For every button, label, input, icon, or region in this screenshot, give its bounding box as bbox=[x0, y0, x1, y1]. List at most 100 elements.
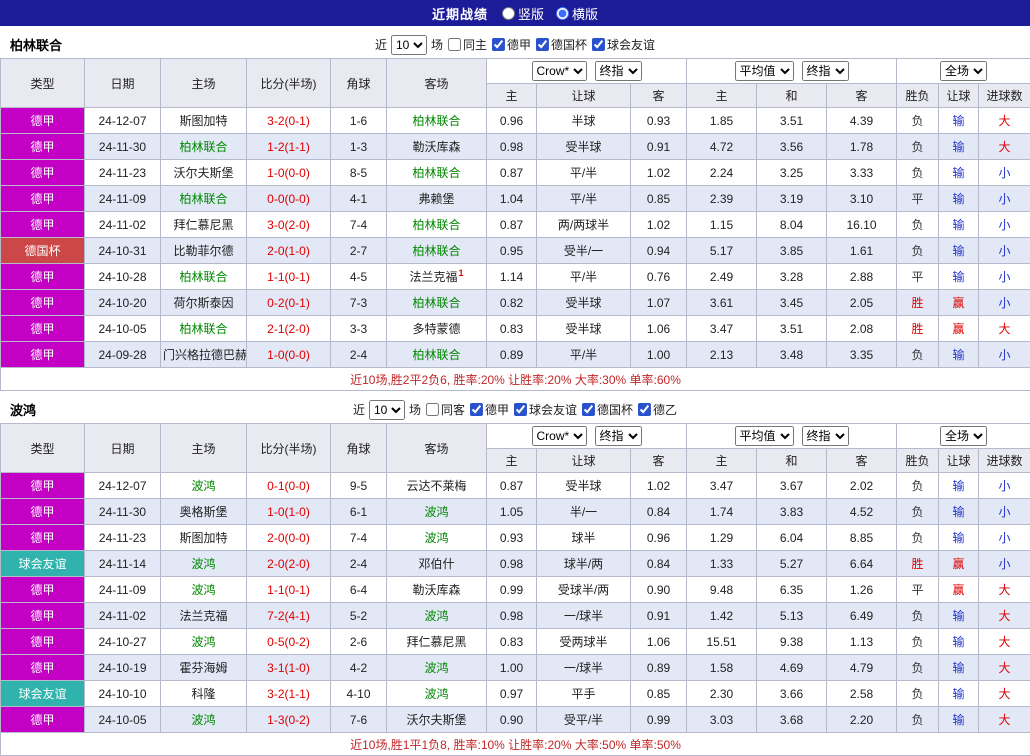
avg-draw-odds: 3.66 bbox=[757, 681, 827, 707]
filter-checkbox-input-same-home[interactable] bbox=[448, 38, 461, 51]
league-type-badge: 德国杯 bbox=[1, 238, 85, 264]
away-team: 勒沃库森 bbox=[387, 134, 487, 160]
filter-checkbox-same-away[interactable]: 同客 bbox=[425, 401, 465, 418]
scope-controls: 全场 bbox=[897, 424, 1030, 449]
avg-draw-odds: 3.51 bbox=[757, 316, 827, 342]
match-result: 负 bbox=[897, 134, 939, 160]
scope-select[interactable]: 全场 bbox=[940, 61, 987, 81]
avg-home-odds: 1.85 bbox=[687, 108, 757, 134]
handicap-result: 赢 bbox=[939, 577, 979, 603]
league-type-badge: 德甲 bbox=[1, 577, 85, 603]
team-name: 柏林联合 bbox=[10, 35, 62, 54]
home-odds: 0.99 bbox=[487, 577, 537, 603]
away-odds: 0.84 bbox=[631, 499, 687, 525]
avg-draw-odds: 3.56 bbox=[757, 134, 827, 160]
handicap-line: 平/半 bbox=[537, 160, 631, 186]
recent-count-select[interactable]: 10 bbox=[369, 400, 405, 420]
away-odds: 1.02 bbox=[631, 212, 687, 238]
home-team: 柏林联合 bbox=[161, 186, 247, 212]
match-date: 24-10-27 bbox=[85, 629, 161, 655]
avg-away-odds: 16.10 bbox=[827, 212, 897, 238]
filters: 近 10 场 同客德甲球会友谊德国杯德乙 bbox=[353, 400, 677, 420]
average-final-select[interactable]: 终指 bbox=[802, 61, 849, 81]
layout-radio-vertical[interactable]: 竖版 bbox=[502, 4, 544, 23]
goals-size: 大 bbox=[979, 108, 1030, 134]
match-score: 1-1(0-1) bbox=[247, 264, 331, 290]
filter-checkbox-label-same-home: 同主 bbox=[463, 36, 487, 53]
filter-checkbox-same-home[interactable]: 同主 bbox=[447, 36, 487, 53]
match-date: 24-11-09 bbox=[85, 577, 161, 603]
subheader-away-odds: 客 bbox=[631, 449, 687, 473]
handicap-result: 输 bbox=[939, 473, 979, 499]
handicap-line: 球半 bbox=[537, 525, 631, 551]
scope-select[interactable]: 全场 bbox=[940, 426, 987, 446]
away-odds: 1.00 bbox=[631, 342, 687, 368]
recent-count-select[interactable]: 10 bbox=[391, 35, 427, 55]
subheader-handicap-result: 让球 bbox=[939, 84, 979, 108]
away-odds: 0.84 bbox=[631, 551, 687, 577]
filter-checkbox-input-same-away[interactable] bbox=[426, 403, 439, 416]
home-team: 沃尔夫斯堡 bbox=[161, 160, 247, 186]
filter-checkbox-dfb-pokal[interactable]: 德国杯 bbox=[535, 36, 587, 53]
average-select[interactable]: 平均值 bbox=[735, 426, 794, 446]
odds-final-select[interactable]: 终指 bbox=[595, 426, 642, 446]
match-score: 1-1(0-1) bbox=[247, 577, 331, 603]
handicap-line: 平手 bbox=[537, 681, 631, 707]
avg-away-odds: 6.49 bbox=[827, 603, 897, 629]
handicap-result: 赢 bbox=[939, 551, 979, 577]
odds-final-select[interactable]: 终指 bbox=[595, 61, 642, 81]
away-odds: 0.93 bbox=[631, 108, 687, 134]
filter-checkbox-input-dfb-pokal[interactable] bbox=[536, 38, 549, 51]
filter-checkbox-input-club-friendly[interactable] bbox=[592, 38, 605, 51]
layout-switch: 竖版横版 bbox=[502, 4, 598, 23]
filter-checkbox-input-bundesliga[interactable] bbox=[492, 38, 505, 51]
layout-radio-input-horizontal[interactable] bbox=[556, 7, 569, 20]
league-type-badge: 球会友谊 bbox=[1, 551, 85, 577]
average-final-select[interactable]: 终指 bbox=[802, 426, 849, 446]
layout-radio-horizontal[interactable]: 横版 bbox=[556, 4, 598, 23]
filter-checkbox-label-dfb-pokal: 德国杯 bbox=[551, 36, 587, 53]
league-type-badge: 德甲 bbox=[1, 525, 85, 551]
filter-checkbox-bundesliga[interactable]: 德甲 bbox=[469, 401, 509, 418]
match-row: 德甲24-11-30奥格斯堡1-0(1-0)6-1波鸿1.05半/一0.841.… bbox=[1, 499, 1030, 525]
filter-row: 柏林联合 近 10 场 同主德甲德国杯球会友谊 bbox=[0, 31, 1030, 58]
filter-checkbox-club-friendly[interactable]: 球会友谊 bbox=[591, 36, 655, 53]
filter-checkbox-club-friendly[interactable]: 球会友谊 bbox=[513, 401, 577, 418]
away-team: 波鸿 bbox=[387, 681, 487, 707]
goals-size: 小 bbox=[979, 499, 1030, 525]
away-odds: 0.85 bbox=[631, 681, 687, 707]
odds-company-select[interactable]: Crow* bbox=[532, 426, 587, 446]
home-odds: 0.93 bbox=[487, 525, 537, 551]
filter-checkbox-label-dfb-pokal: 德国杯 bbox=[597, 401, 633, 418]
filter-checkbox-bundesliga-2[interactable]: 德乙 bbox=[637, 401, 677, 418]
league-type-badge: 德甲 bbox=[1, 186, 85, 212]
home-team: 柏林联合 bbox=[161, 264, 247, 290]
filter-checkbox-bundesliga[interactable]: 德甲 bbox=[491, 36, 531, 53]
filter-checkbox-label-club-friendly: 球会友谊 bbox=[529, 401, 577, 418]
avg-away-odds: 2.02 bbox=[827, 473, 897, 499]
away-team: 柏林联合 bbox=[387, 108, 487, 134]
handicap-line: 一/球半 bbox=[537, 603, 631, 629]
league-type-badge: 德甲 bbox=[1, 473, 85, 499]
filter-checkbox-dfb-pokal[interactable]: 德国杯 bbox=[581, 401, 633, 418]
filter-checkbox-input-club-friendly[interactable] bbox=[514, 403, 527, 416]
filter-checkbox-input-bundesliga[interactable] bbox=[470, 403, 483, 416]
corner-count: 2-6 bbox=[331, 629, 387, 655]
layout-radio-input-vertical[interactable] bbox=[502, 7, 515, 20]
average-select[interactable]: 平均值 bbox=[735, 61, 794, 81]
home-team: 波鸿 bbox=[161, 473, 247, 499]
league-type-badge: 德甲 bbox=[1, 499, 85, 525]
filter-checkbox-label-club-friendly: 球会友谊 bbox=[607, 36, 655, 53]
filter-checkbox-input-dfb-pokal[interactable] bbox=[582, 403, 595, 416]
away-team: 法兰克福1 bbox=[387, 264, 487, 290]
away-odds: 1.07 bbox=[631, 290, 687, 316]
match-score: 1-2(1-1) bbox=[247, 134, 331, 160]
corner-count: 6-1 bbox=[331, 499, 387, 525]
match-row: 德甲24-10-27波鸿0-5(0-2)2-6拜仁慕尼黑0.83受两球半1.06… bbox=[1, 629, 1030, 655]
filter-checkbox-input-bundesliga-2[interactable] bbox=[638, 403, 651, 416]
home-team: 波鸿 bbox=[161, 577, 247, 603]
away-team: 云达不莱梅 bbox=[387, 473, 487, 499]
handicap-result: 输 bbox=[939, 186, 979, 212]
odds-company-select[interactable]: Crow* bbox=[532, 61, 587, 81]
home-odds: 1.05 bbox=[487, 499, 537, 525]
